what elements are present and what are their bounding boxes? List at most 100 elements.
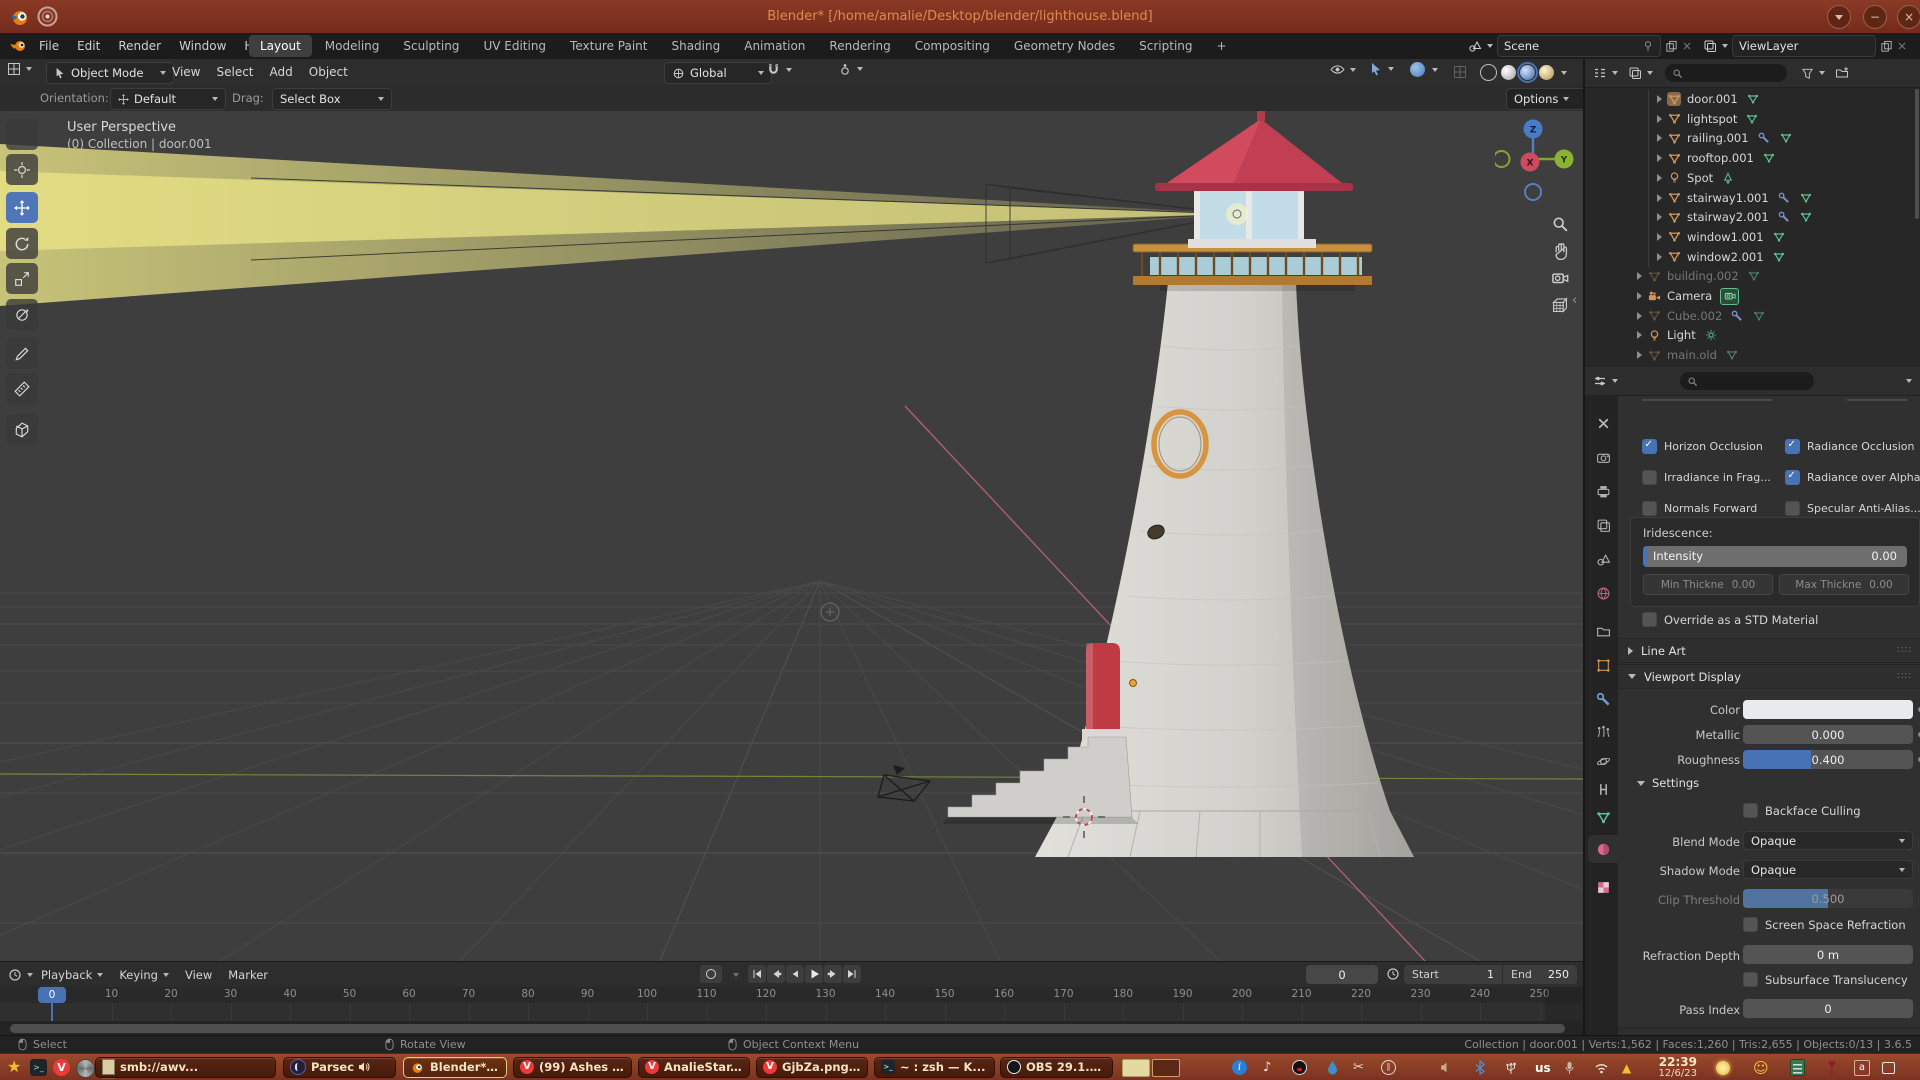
taskbar-window-3[interactable]: Blender* [... [403, 1057, 507, 1078]
taskbar-window-4[interactable]: V(99) Ashes ... [513, 1057, 632, 1078]
properties-search-input[interactable] [1680, 372, 1814, 390]
properties-tab-scene[interactable] [1588, 545, 1618, 573]
workspace-tab-geometry-nodes[interactable]: Geometry Nodes [1003, 35, 1126, 57]
tool-measure[interactable] [6, 373, 38, 404]
proportional-editing-controls[interactable] [838, 62, 863, 76]
object-name[interactable]: door.001 [1687, 92, 1738, 106]
play-button[interactable] [805, 965, 823, 983]
workspace-tab-scripting[interactable]: Scripting [1128, 35, 1203, 57]
object-name[interactable]: Spot [1687, 171, 1713, 185]
camera-data-icon[interactable] [1720, 288, 1739, 305]
workspace-tab-layout[interactable]: Layout [249, 35, 312, 57]
tray-pause-icon[interactable]: ∥ [1381, 1059, 1396, 1076]
object-data-icon[interactable] [1704, 328, 1718, 342]
checkbox[interactable] [1642, 470, 1657, 485]
checkbox[interactable] [1642, 439, 1657, 454]
modifier-wrench-icon[interactable] [1777, 210, 1791, 224]
current-frame-field[interactable]: 0 [1306, 965, 1378, 984]
metallic-field[interactable]: 0.000 [1743, 725, 1913, 744]
orientation-setting-dropdown[interactable]: Default [110, 88, 226, 110]
viewport-display-panel-header[interactable]: Viewport Display∷∷ [1618, 664, 1920, 689]
object-data-icon[interactable] [1745, 112, 1759, 126]
clock-date[interactable]: 12/6/23 [1633, 1068, 1697, 1079]
play-reverse-button[interactable] [786, 965, 804, 983]
blend-mode-dropdown[interactable]: Opaque [1743, 831, 1913, 850]
expand-arrow[interactable] [1657, 213, 1662, 221]
expand-arrow[interactable] [1637, 331, 1642, 339]
outliner-search-input[interactable] [1665, 64, 1787, 82]
outliner-item-railing.001[interactable]: railing.001 [1585, 128, 1920, 148]
checkbox[interactable] [1785, 439, 1800, 454]
expand-arrow[interactable] [1657, 154, 1662, 162]
clip-threshold-slider[interactable]: 0.500 [1743, 889, 1913, 908]
camera-view-icon[interactable] [1551, 269, 1569, 287]
tray-mic-icon[interactable] [1565, 1059, 1574, 1076]
new-collection-icon[interactable] [1835, 66, 1849, 80]
properties-tab-material[interactable] [1588, 835, 1618, 863]
object-name[interactable]: stairway2.001 [1687, 210, 1769, 224]
outliner-item-Cube.002[interactable]: Cube.002 [1585, 306, 1920, 326]
taskbar-window-5[interactable]: VAnalieStar... [638, 1057, 750, 1078]
expand-arrow[interactable] [1637, 272, 1642, 280]
object-data-icon[interactable] [1762, 151, 1776, 165]
tray-emoji-icon[interactable]: ☺ [1753, 1059, 1769, 1076]
object-name[interactable]: rooftop.001 [1687, 151, 1754, 165]
checkbox[interactable] [1785, 470, 1800, 485]
auto-key-button[interactable] [700, 965, 722, 983]
workspace-tab-modeling[interactable]: Modeling [314, 35, 391, 57]
shadow-mode-dropdown[interactable]: Opaque [1743, 860, 1913, 879]
taskbar-window-1[interactable]: smb://awv... [95, 1057, 276, 1078]
expand-arrow[interactable] [1657, 253, 1662, 261]
viewport-menu-object[interactable]: Object [301, 59, 356, 85]
tray-archive-icon[interactable]: a [1854, 1059, 1870, 1076]
expand-arrow[interactable] [1657, 95, 1662, 103]
playhead[interactable]: 0 [38, 987, 66, 1003]
workspace-pager-2[interactable] [1152, 1059, 1180, 1077]
workspace-tab-uv-editing[interactable]: UV Editing [472, 35, 557, 57]
object-name[interactable]: main.old [1667, 348, 1717, 362]
expand-arrow[interactable] [1637, 351, 1642, 359]
outliner-item-window2.001[interactable]: window2.001 [1585, 247, 1920, 267]
object-data-icon[interactable] [1772, 230, 1786, 244]
tray-calculator-icon[interactable] [1790, 1059, 1805, 1076]
object-name[interactable]: window1.001 [1687, 230, 1764, 244]
viewport-menu-view[interactable]: View [164, 59, 208, 85]
tool-add-cube[interactable] [6, 414, 38, 445]
app-menu-edit[interactable]: Edit [68, 33, 109, 59]
ortho-grid-icon[interactable] [1551, 296, 1569, 314]
properties-tab-physics[interactable] [1588, 747, 1618, 775]
editor-type-dropdown[interactable] [7, 62, 32, 76]
shading-rendered-button[interactable] [1539, 65, 1554, 80]
options-dropdown[interactable]: Options [1506, 88, 1592, 110]
timeline-menu-marker[interactable]: Marker [220, 962, 276, 988]
timeline-editor-icon[interactable] [8, 968, 22, 982]
object-data-icon[interactable] [1799, 210, 1813, 224]
modifier-wrench-icon[interactable] [1730, 309, 1744, 323]
outliner-item-main.old[interactable]: main.old [1585, 345, 1920, 365]
clock-time[interactable]: 22:39 [1641, 1056, 1697, 1068]
expand-arrow[interactable] [1657, 174, 1662, 182]
backface-culling-row[interactable]: Backface Culling [1743, 803, 1861, 818]
expand-arrow[interactable] [1657, 194, 1662, 202]
object-name[interactable]: Camera [1667, 289, 1712, 303]
object-data-icon[interactable] [1752, 309, 1766, 323]
shading-wireframe-button[interactable] [1480, 64, 1497, 81]
object-name[interactable]: railing.001 [1687, 131, 1749, 145]
add-workspace-button[interactable]: + [1206, 35, 1238, 57]
check-horizon-occlusion[interactable]: Horizon Occlusion [1642, 439, 1763, 454]
object-data-icon[interactable] [1725, 348, 1739, 362]
outliner-scrollbar[interactable] [1915, 89, 1919, 219]
workspace-tab-shading[interactable]: Shading [660, 35, 731, 57]
mode-dropdown[interactable]: Object Mode [46, 62, 174, 84]
modifier-wrench-icon[interactable] [1777, 191, 1791, 205]
properties-tab-modifiers[interactable] [1588, 685, 1618, 713]
object-data-icon[interactable] [1721, 171, 1735, 185]
properties-tab-particles[interactable] [1588, 717, 1618, 745]
tool-scale[interactable] [6, 263, 38, 294]
iridescence-intensity-slider[interactable]: Intensity 0.00 [1643, 546, 1907, 567]
object-name[interactable]: Cube.002 [1667, 309, 1722, 323]
outliner-display-mode-icon[interactable] [1593, 66, 1607, 80]
outliner-filter-mode-icon[interactable] [1628, 66, 1642, 80]
tray-color-drop-icon[interactable] [1327, 1059, 1338, 1076]
object-data-icon[interactable] [1746, 92, 1760, 106]
